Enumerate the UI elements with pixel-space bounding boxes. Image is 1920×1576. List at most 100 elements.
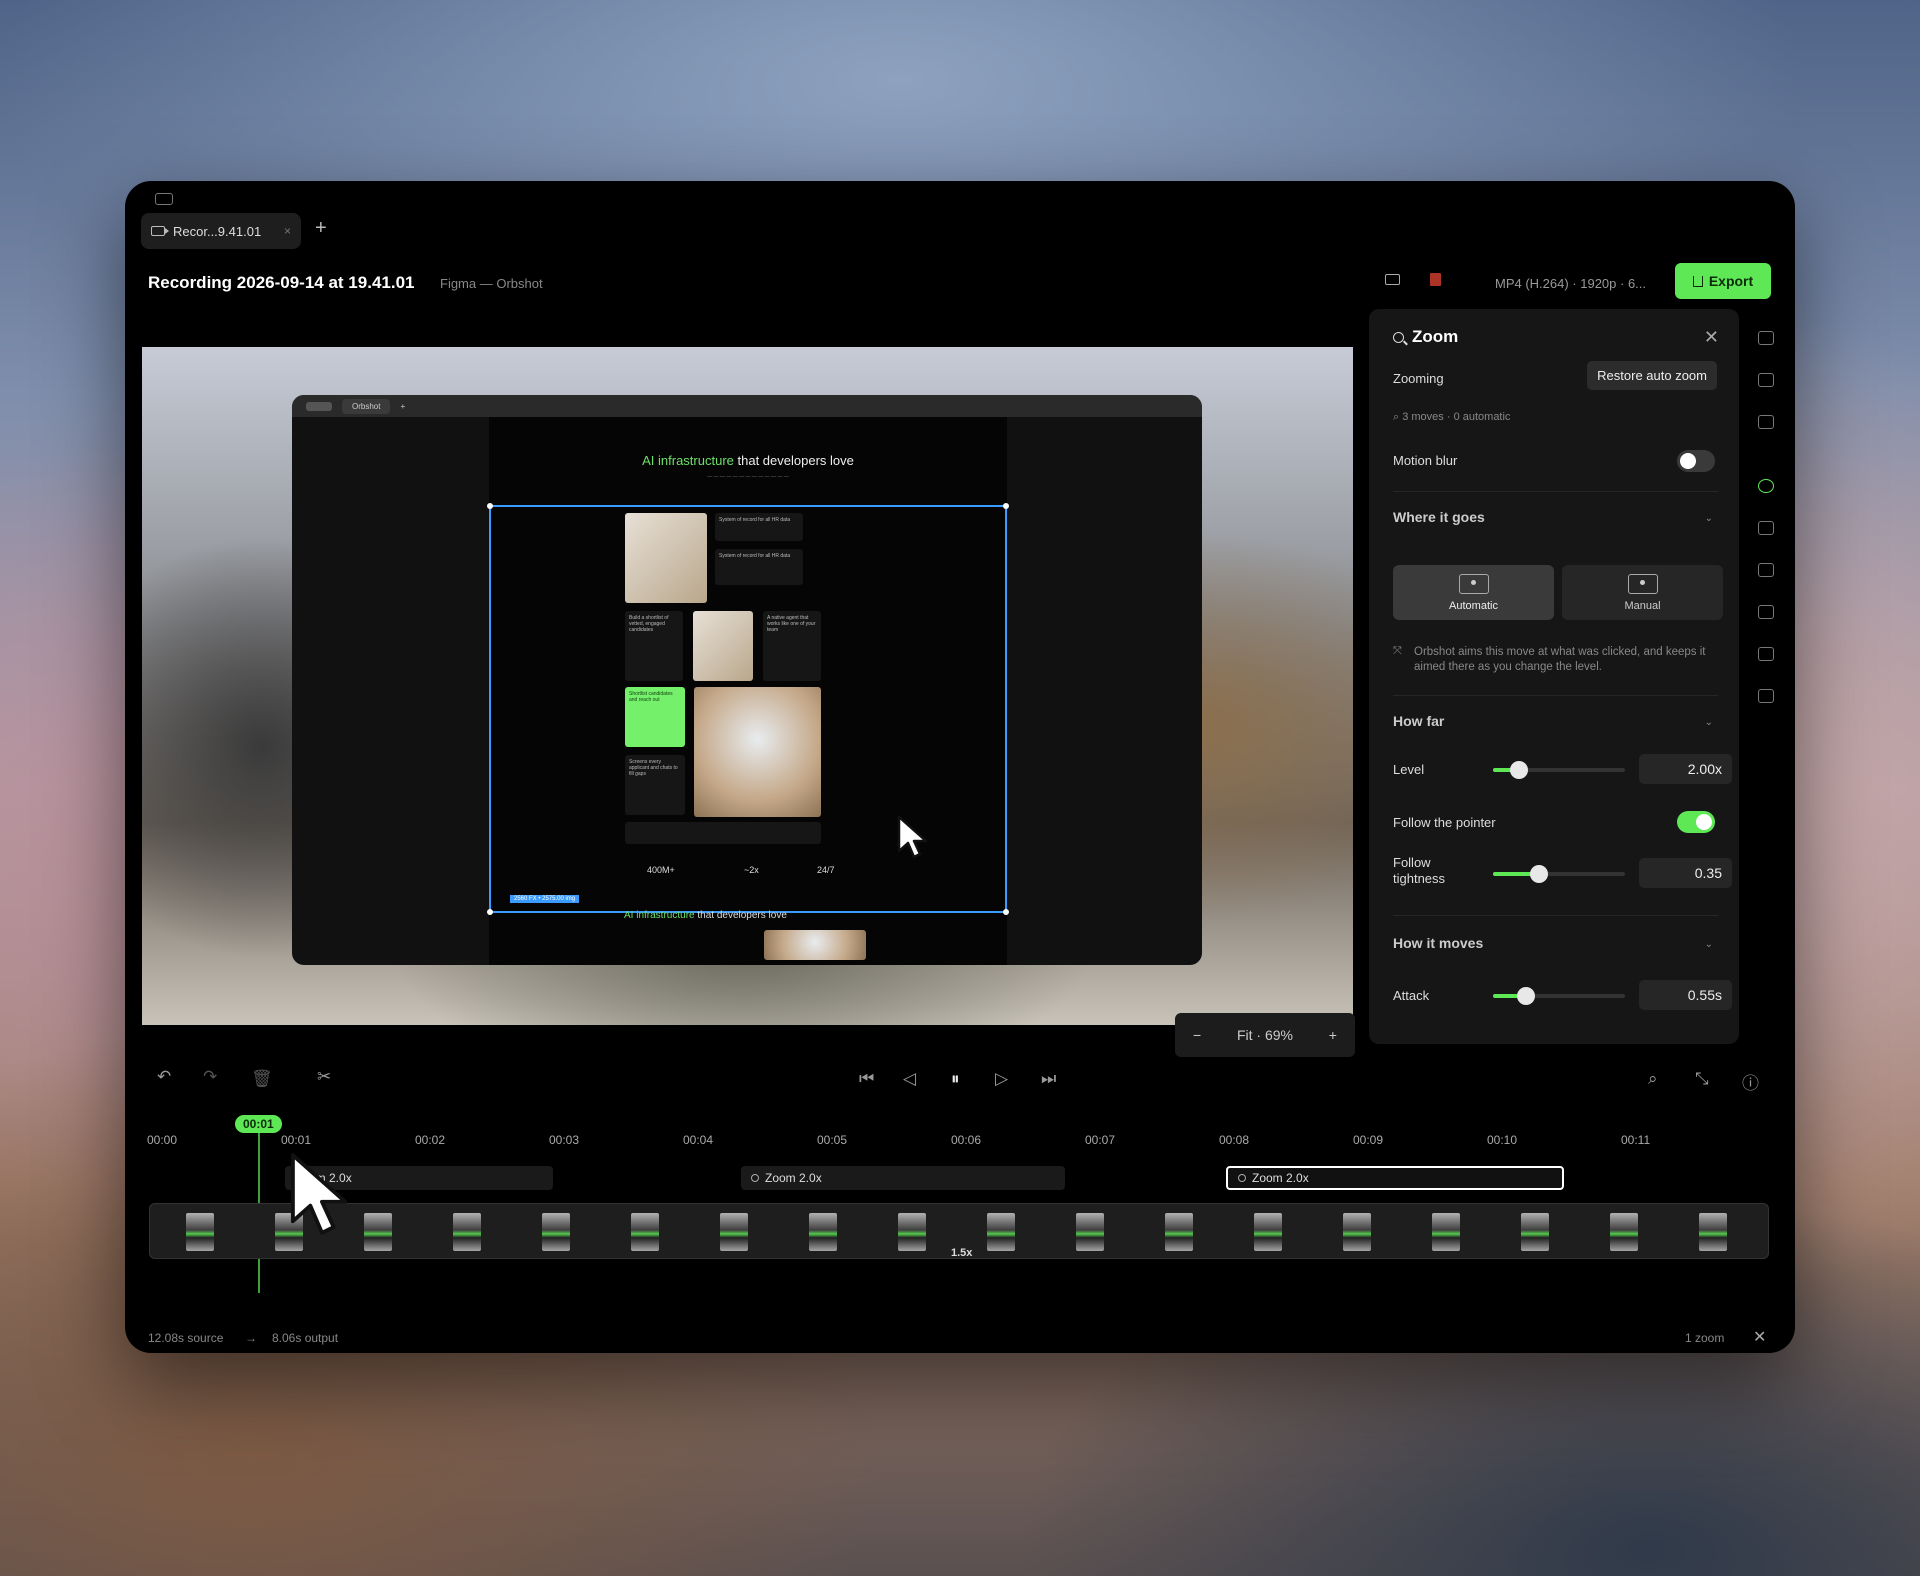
new-tab-button[interactable]: + [315,217,327,240]
pause-icon[interactable]: ⏸ [951,1069,960,1089]
level-value[interactable]: 2.00x [1639,754,1732,784]
motion-blur-toggle[interactable] [1677,450,1715,472]
scissors-icon[interactable]: ✂ [317,1067,331,1087]
section-where-it-goes[interactable]: Where it goes [1393,509,1485,525]
section-how-it-moves[interactable]: How it moves [1393,935,1483,951]
export-button[interactable]: Export [1675,263,1771,299]
window-icon [155,193,173,205]
zoom-fit-label[interactable]: Fit · 69% [1237,1027,1293,1043]
skip-start-icon[interactable]: ⏮ [859,1069,874,1089]
zoom-segment-selected[interactable]: Zoom 2.0x [1226,1166,1564,1190]
tightness-slider[interactable] [1493,865,1625,883]
zoom-icon [751,1174,759,1182]
redo-icon[interactable]: ↷ [203,1067,217,1087]
zooming-label: Zooming [1393,371,1444,386]
undo-icon[interactable]: ↶ [157,1067,171,1087]
time-tick: 00:01 [281,1133,312,1147]
time-tick: 00:08 [1219,1133,1250,1147]
timeline-ruler[interactable]: 00:00 00:01 00:02 00:03 00:04 00:05 00:0… [147,1133,1787,1153]
time-tick: 00:03 [549,1133,580,1147]
zoom-in-button[interactable]: + [1329,1027,1337,1043]
recorded-footer-headline: AI infrastructure that developers love [624,910,787,921]
zoom-icon [1238,1174,1246,1182]
time-tick: 00:04 [683,1133,714,1147]
follow-pointer-label: Follow the pointer [1393,815,1496,830]
info-icon[interactable]: ⓘ [1742,1069,1759,1094]
frame-thumbnail [1610,1213,1638,1251]
moves-count: ⌕ 3 moves · 0 automatic [1393,411,1511,423]
time-tick: 00:09 [1353,1133,1384,1147]
page-subtitle: Figma — Orbshot [440,276,543,291]
zoom-tool-icon[interactable] [1758,479,1774,493]
tab-label: Recor...9.41.01 [173,223,262,239]
output-duration: 8.06s output [272,1331,339,1345]
tab-recording[interactable]: Recor...9.41.01 × [141,213,301,249]
frame-thumbnail [809,1213,837,1251]
section-how-far[interactable]: How far [1393,713,1444,729]
trash-icon[interactable]: 🗑 [251,1069,273,1089]
divider [1393,915,1718,916]
cursor-tool-icon[interactable] [1758,331,1774,345]
speed-badge[interactable]: 1.5x [951,1247,972,1259]
chevron-down-icon[interactable]: ⌄ [1705,939,1713,950]
playhead-time[interactable]: 00:01 [235,1115,282,1133]
close-icon[interactable]: ✕ [1753,1327,1766,1347]
delete-icon[interactable] [1430,273,1441,286]
audio-tool-icon[interactable] [1758,647,1774,661]
recorded-subline: — — — — — — — — — — — — — [707,474,789,480]
automatic-icon [1458,573,1489,594]
folder-icon[interactable] [1385,274,1400,285]
chevron-down-icon[interactable]: ⌄ [1705,717,1713,728]
expand-icon[interactable]: ⤡ [1695,1069,1709,1089]
inner-window-icon [306,401,332,411]
time-tick: 00:05 [817,1133,848,1147]
divider [1393,695,1718,696]
editor-toolbar: ↶ ↷ 🗑 ✂ ⏮ ◁ ⏸ ▷ ⏭ ⌕ ⤡ ⓘ [125,1067,1795,1099]
mode-manual-button[interactable]: Manual [1562,565,1723,620]
tab-close-icon[interactable]: × [284,224,291,238]
pointer-icon [897,815,928,859]
time-tick: 00:06 [951,1133,982,1147]
level-slider[interactable] [1493,761,1625,779]
restore-auto-zoom-button[interactable]: Restore auto zoom [1587,361,1717,390]
zoom-panel: Zoom ✕ Zooming Restore auto zoom ⌕ 3 mov… [1369,309,1739,1044]
tightness-label: Follow tightness [1393,855,1446,886]
attack-slider[interactable] [1493,987,1625,1005]
camera-tool-icon[interactable] [1758,521,1774,535]
follow-pointer-toggle[interactable] [1677,811,1715,833]
click-tool-icon[interactable] [1758,373,1774,387]
frame-thumbnail [364,1213,392,1251]
skip-end-icon[interactable]: ⏭ [1041,1069,1056,1089]
layout-tool-icon[interactable] [1758,605,1774,619]
zoom-out-button[interactable]: − [1193,1027,1201,1043]
magic-tool-icon[interactable] [1758,563,1774,577]
chevron-down-icon[interactable]: ⌄ [1705,513,1713,524]
time-tick: 00:00 [147,1133,178,1147]
frame-thumbnail [720,1213,748,1251]
video-preview[interactable]: Orbshot + AI infrastructure that develop… [142,347,1353,1025]
close-icon[interactable]: ✕ [1704,327,1719,348]
crosshair-icon [1627,573,1658,594]
frame-thumbnail [1699,1213,1727,1251]
frame-thumbnail [542,1213,570,1251]
recorded-window: Orbshot + AI infrastructure that develop… [292,395,1202,965]
share-tool-icon[interactable] [1758,689,1774,703]
time-tick: 00:10 [1487,1133,1518,1147]
zoom-segment[interactable]: Zoom 2.0x [741,1166,1065,1190]
info-icon: ⤧ [1393,645,1402,657]
mode-description: Orbshot aims this move at what was click… [1414,646,1706,673]
tightness-value[interactable]: 0.35 [1639,858,1732,888]
stat-value: ~2x [744,865,759,875]
motion-blur-label: Motion blur [1393,453,1458,468]
step-forward-icon[interactable]: ▷ [995,1069,1008,1089]
export-label: Export [1708,273,1754,289]
keyboard-tool-icon[interactable] [1758,415,1774,429]
zoom-count: 1 zoom [1685,1331,1725,1345]
mode-automatic-button[interactable]: Automatic [1393,565,1554,620]
frame-thumbnail [631,1213,659,1251]
stat-value: 24/7 [817,865,835,875]
search-icon[interactable]: ⌕ [1648,1069,1658,1089]
step-back-icon[interactable]: ◁ [903,1069,916,1089]
export-format-select[interactable]: MP4 (H.264) · 1920p · 6... [1495,276,1646,291]
attack-value[interactable]: 0.55s [1639,980,1732,1010]
